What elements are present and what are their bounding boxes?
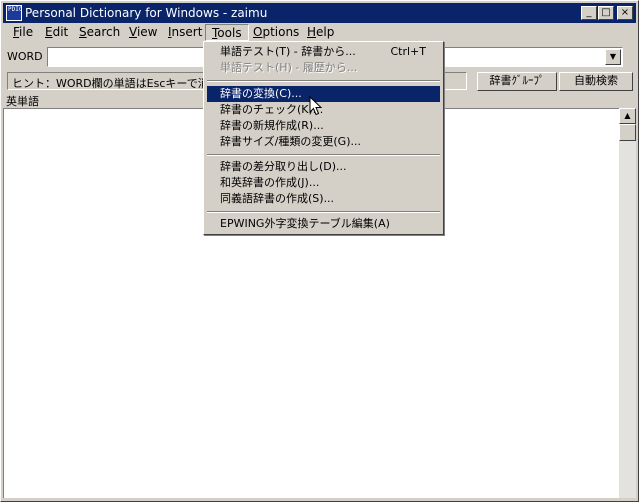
mouse-cursor-icon <box>309 96 323 116</box>
menu-bar: File Edit Search View Insert Tools Optio… <box>3 23 636 42</box>
app-icon-text: PDIC <box>8 6 23 13</box>
shortcut-label: Ctrl+T <box>390 45 426 58</box>
menu-item-check-dict[interactable]: 辞書のチェック(K)... <box>207 102 440 118</box>
minimize-button[interactable]: _ <box>581 6 597 20</box>
menu-item-diff-dict[interactable]: 辞書の差分取り出し(D)... <box>207 159 440 175</box>
menu-separator <box>207 154 440 156</box>
menu-help[interactable]: Help <box>301 24 340 41</box>
menu-item-synonym-dict[interactable]: 同義語辞書の作成(S)... <box>207 191 440 207</box>
menu-options[interactable]: Options <box>247 24 305 41</box>
menu-item-epwing-table[interactable]: EPWING外字変換テーブル編集(A) <box>207 216 440 232</box>
word-dropdown-button[interactable]: ▼ <box>605 49 621 65</box>
vertical-scrollbar[interactable]: ▲ <box>619 108 636 498</box>
dict-group-button[interactable]: 辞書ｸﾞﾙｰﾌﾟ <box>477 72 557 91</box>
menu-item-word-test-dict[interactable]: 単語テスト(T) - 辞書から... Ctrl+T <box>207 44 440 60</box>
word-label: WORD <box>7 50 43 63</box>
scroll-thumb[interactable] <box>619 124 636 141</box>
menu-tools[interactable]: Tools <box>205 24 249 41</box>
app-icon[interactable]: PDIC <box>6 5 22 21</box>
arrow-up-icon: ▲ <box>624 111 631 120</box>
menu-edit[interactable]: Edit <box>39 24 74 41</box>
menu-search[interactable]: Search <box>73 24 126 41</box>
tools-menu-dropdown: 単語テスト(T) - 辞書から... Ctrl+T 単語テスト(H) - 履歴か… <box>203 41 444 235</box>
chevron-down-icon: ▼ <box>609 52 617 61</box>
menu-file[interactable]: File <box>7 24 39 41</box>
app-window: PDIC Personal Dictionary for Windows - z… <box>0 0 639 502</box>
menu-item-jp-en-dict[interactable]: 和英辞書の作成(J)... <box>207 175 440 191</box>
menu-item-resize-dict[interactable]: 辞書サイズ/種類の変更(G)... <box>207 134 440 150</box>
window-title: Personal Dictionary for Windows - zaimu <box>25 6 268 20</box>
menu-item-convert-dict[interactable]: 辞書の変換(C)... <box>207 86 440 102</box>
menu-item-new-dict[interactable]: 辞書の新規作成(R)... <box>207 118 440 134</box>
menu-separator <box>207 211 440 213</box>
menu-separator <box>207 80 440 82</box>
menu-item-word-test-history[interactable]: 単語テスト(H) - 履歴から... <box>207 60 440 76</box>
maximize-button[interactable]: □ <box>598 6 614 20</box>
title-bar[interactable]: PDIC Personal Dictionary for Windows - z… <box>3 3 636 23</box>
menu-view[interactable]: View <box>123 24 163 41</box>
scroll-up-button[interactable]: ▲ <box>619 108 636 124</box>
auto-search-button[interactable]: 自動検索 <box>559 72 633 91</box>
close-button[interactable]: × <box>617 6 633 20</box>
menu-insert[interactable]: Insert <box>162 24 208 41</box>
